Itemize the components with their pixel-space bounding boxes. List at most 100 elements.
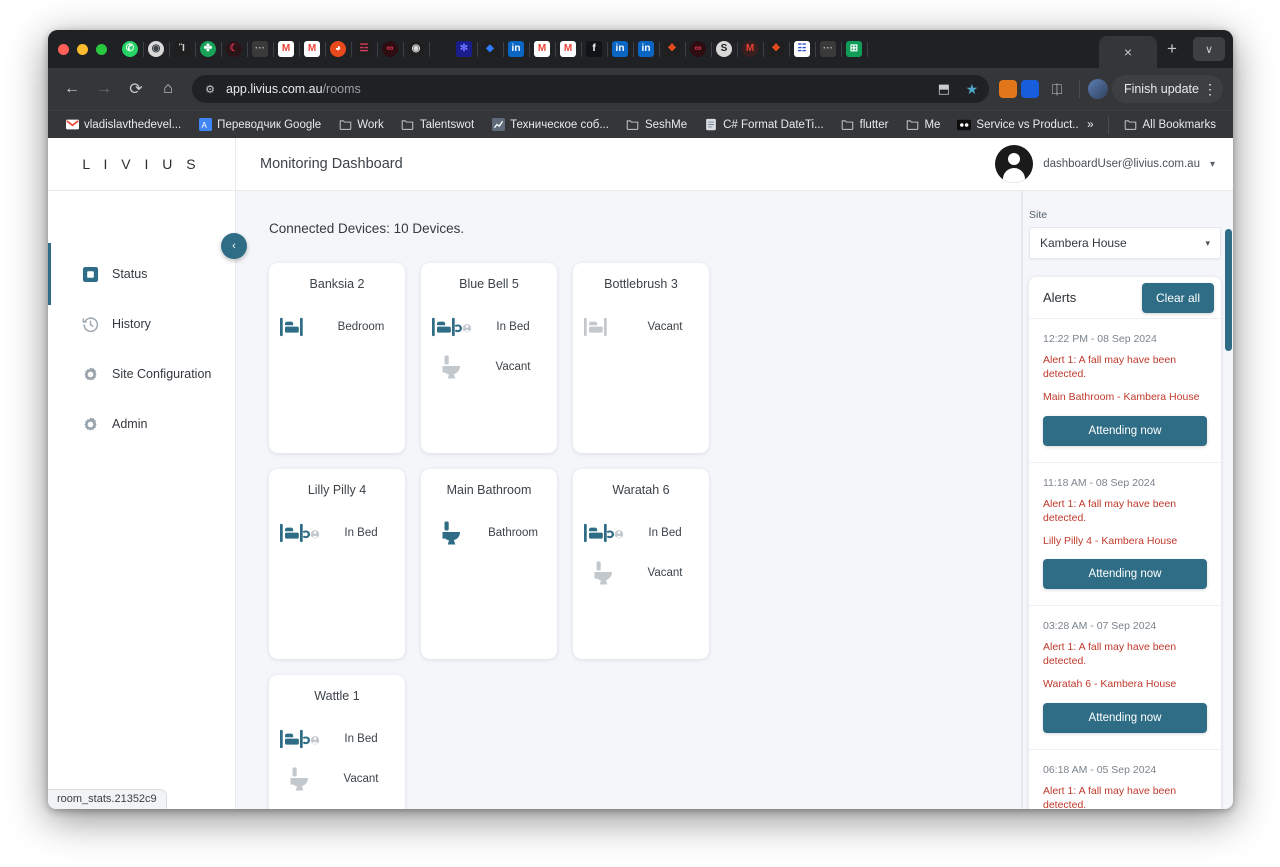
pinned-tab-chrome[interactable]: ◉: [143, 34, 170, 64]
pocket-extension-icon[interactable]: ⎅: [1043, 75, 1071, 103]
bookmark-label: flutter: [859, 118, 889, 131]
profile-avatar-icon[interactable]: [1087, 79, 1108, 99]
pinned-tab-blue-flower[interactable]: ✻: [451, 34, 478, 64]
history-clock-icon: [82, 316, 99, 333]
room-card[interactable]: Bottlebrush 3 Vacant: [573, 263, 709, 453]
active-tab[interactable]: ×: [1099, 36, 1157, 68]
room-card[interactable]: Waratah 6 In Bed Vacant: [573, 469, 709, 659]
bookmark-item[interactable]: flutter: [834, 115, 896, 135]
pinned-tab-gmail-5[interactable]: M: [737, 34, 764, 64]
room-card[interactable]: Banksia 2 Bedroom: [269, 263, 405, 453]
finish-update-button[interactable]: Finish update ⋮: [1111, 75, 1223, 103]
attending-now-button[interactable]: Attending now: [1043, 559, 1207, 590]
pinned-tab-globe-blue[interactable]: ☷: [789, 34, 816, 64]
blue-flower-icon: ✻: [456, 41, 472, 57]
bookmark-label: Техническое соб...: [510, 118, 609, 131]
close-tab-icon[interactable]: ×: [1124, 45, 1132, 59]
pinned-tab-moon[interactable]: ☾: [221, 34, 248, 64]
attending-now-button[interactable]: Attending now: [1043, 702, 1207, 733]
bookmark-star-icon[interactable]: ★: [963, 80, 981, 98]
clear-all-button[interactable]: Clear all: [1141, 282, 1214, 313]
room-card[interactable]: Wattle 1 In Bed Vacant: [269, 675, 405, 809]
pinned-tab-figma-2[interactable]: ❖: [763, 34, 790, 64]
all-bookmarks-button[interactable]: All Bookmarks: [1117, 115, 1224, 135]
pinned-tab-sheets[interactable]: ⊞: [841, 34, 868, 64]
browser-window: ✆ ◉ Ἳ ✤ ☾ ··· M M ◕ ☲ ∞ ◉ ✻ ◆ in M Mf in in ❖ ∞ S M ❖ ☷ ··· ⊞ × + …: [48, 30, 1233, 809]
pinned-tab-sprout[interactable]: ✤: [195, 34, 222, 64]
close-window-button[interactable]: [58, 43, 69, 55]
bookmark-item[interactable]: Техническое соб...: [484, 115, 616, 135]
chevron-down-icon[interactable]: ▾: [1205, 238, 1210, 249]
site-settings-icon[interactable]: ⚙: [202, 81, 218, 97]
alert-message: Alert 1: A fall may have been detected.: [1043, 354, 1177, 381]
maximize-window-button[interactable]: [96, 43, 107, 55]
reload-icon[interactable]: ⟳: [122, 75, 150, 103]
pinned-tab-whatsapp[interactable]: ✆: [117, 34, 144, 64]
install-app-icon[interactable]: ⬒: [935, 80, 953, 98]
pinned-tab-network[interactable]: ☲: [351, 34, 378, 64]
gmail-1-icon: M: [278, 41, 294, 57]
sidebar-item-status[interactable]: Status: [48, 243, 235, 305]
scrollbar-thumb[interactable]: [1225, 229, 1232, 351]
back-icon[interactable]: ←: [58, 75, 86, 103]
sidebar-item-admin[interactable]: Admin: [48, 399, 235, 449]
new-tab-button[interactable]: +: [1157, 34, 1187, 64]
pinned-tab-diamond[interactable]: ◆: [477, 34, 504, 64]
pinned-tab-gmail-2[interactable]: M: [299, 34, 326, 64]
pinned-tab-bat[interactable]: Ἳ: [169, 34, 196, 64]
alert-timestamp: 12:22 PM - 08 Sep 2024: [1043, 333, 1157, 345]
pinned-tab-settings-gear[interactable]: ◉: [403, 34, 430, 64]
pinned-tab-gmail-4[interactable]: M: [555, 34, 582, 64]
pinned-tab-meta-2[interactable]: ∞: [685, 34, 712, 64]
sidebar-item-site-configuration[interactable]: Site Configuration: [48, 349, 235, 399]
address-bar[interactable]: ⚙ app.livius.com.au/rooms ⬒ ★: [192, 75, 989, 103]
bookmarks-overflow-icon[interactable]: »: [1081, 116, 1099, 134]
attending-now-button[interactable]: Attending now: [1043, 415, 1207, 446]
pinned-tab-dots-2[interactable]: ···: [815, 34, 842, 64]
pinned-tab-dots[interactable]: ···: [247, 34, 274, 64]
pinned-tab-swirl[interactable]: ◕: [325, 34, 352, 64]
sidebar-collapse-button[interactable]: ‹: [221, 233, 247, 259]
site-select[interactable]: Kambera House ▾: [1029, 227, 1221, 259]
pinned-tab-currency[interactable]: S: [711, 34, 738, 64]
bitwarden-extension-icon[interactable]: [1020, 80, 1039, 98]
chevron-down-icon[interactable]: ▾: [1210, 159, 1215, 170]
bookmark-item[interactable]: vladislavthedevel...: [58, 115, 188, 135]
tab-search-icon[interactable]: ∨: [1193, 37, 1225, 61]
gmail-4-icon: M: [560, 41, 576, 57]
alerts-list[interactable]: 12:22 PM - 08 Sep 2024 Alert 1: A fall ma…: [1029, 319, 1221, 809]
globe-blue-icon: ☷: [794, 41, 810, 57]
bookmark-item[interactable]: Work: [331, 115, 391, 135]
page-scrollbar[interactable]: [1224, 191, 1233, 809]
bookmark-item[interactable]: Service vs Product...: [950, 115, 1078, 135]
pinned-tab-gmail-1[interactable]: M: [273, 34, 300, 64]
pinned-tab-meta[interactable]: ∞: [377, 34, 404, 64]
swirl-icon: ◕: [330, 41, 346, 57]
sensor-row: In Bed: [279, 719, 395, 759]
bookmark-item[interactable]: C# Format DateTi...: [697, 115, 831, 135]
pinned-tab-gmail-3[interactable]: M: [529, 34, 556, 64]
room-card[interactable]: Main Bathroom Bathroom: [421, 469, 557, 659]
bookmark-item[interactable]: SeshMe: [619, 115, 694, 135]
bookmark-item[interactable]: A Переводчик Google: [191, 115, 328, 135]
pinned-tab-linkedin-3[interactable]: in: [633, 34, 660, 64]
app-body: ‹ Status History Site Configuration Admin C…: [48, 191, 1233, 809]
metamask-extension-icon[interactable]: [998, 80, 1017, 98]
room-card[interactable]: Blue Bell 5 In Bed Vacant: [421, 263, 557, 453]
bookmarks-divider: [1107, 115, 1109, 134]
pinned-tab-fiverr[interactable]: f: [581, 34, 608, 64]
pinned-tab-linkedin-2[interactable]: in: [607, 34, 634, 64]
forward-icon[interactable]: →: [90, 75, 118, 103]
room-card[interactable]: Lilly Pilly 4 In Bed: [269, 469, 405, 659]
user-account-menu[interactable]: dashboardUser@livius.com.au ▾: [995, 145, 1233, 183]
home-icon[interactable]: ⌂: [154, 75, 182, 103]
sidebar-nav-list: Status History Site Configuration Admin: [48, 243, 235, 449]
bookmark-item[interactable]: Talentswot: [394, 115, 481, 135]
sidebar-item-history[interactable]: History: [48, 299, 235, 349]
app-logo[interactable]: L I V I U S: [48, 138, 236, 190]
browser-menu-icon[interactable]: ⋮: [1203, 81, 1217, 98]
bookmark-item[interactable]: Me: [898, 115, 947, 135]
pinned-tab-linkedin-1[interactable]: in: [503, 34, 530, 64]
minimize-window-button[interactable]: [77, 43, 88, 55]
pinned-tab-figma-1[interactable]: ❖: [659, 34, 686, 64]
